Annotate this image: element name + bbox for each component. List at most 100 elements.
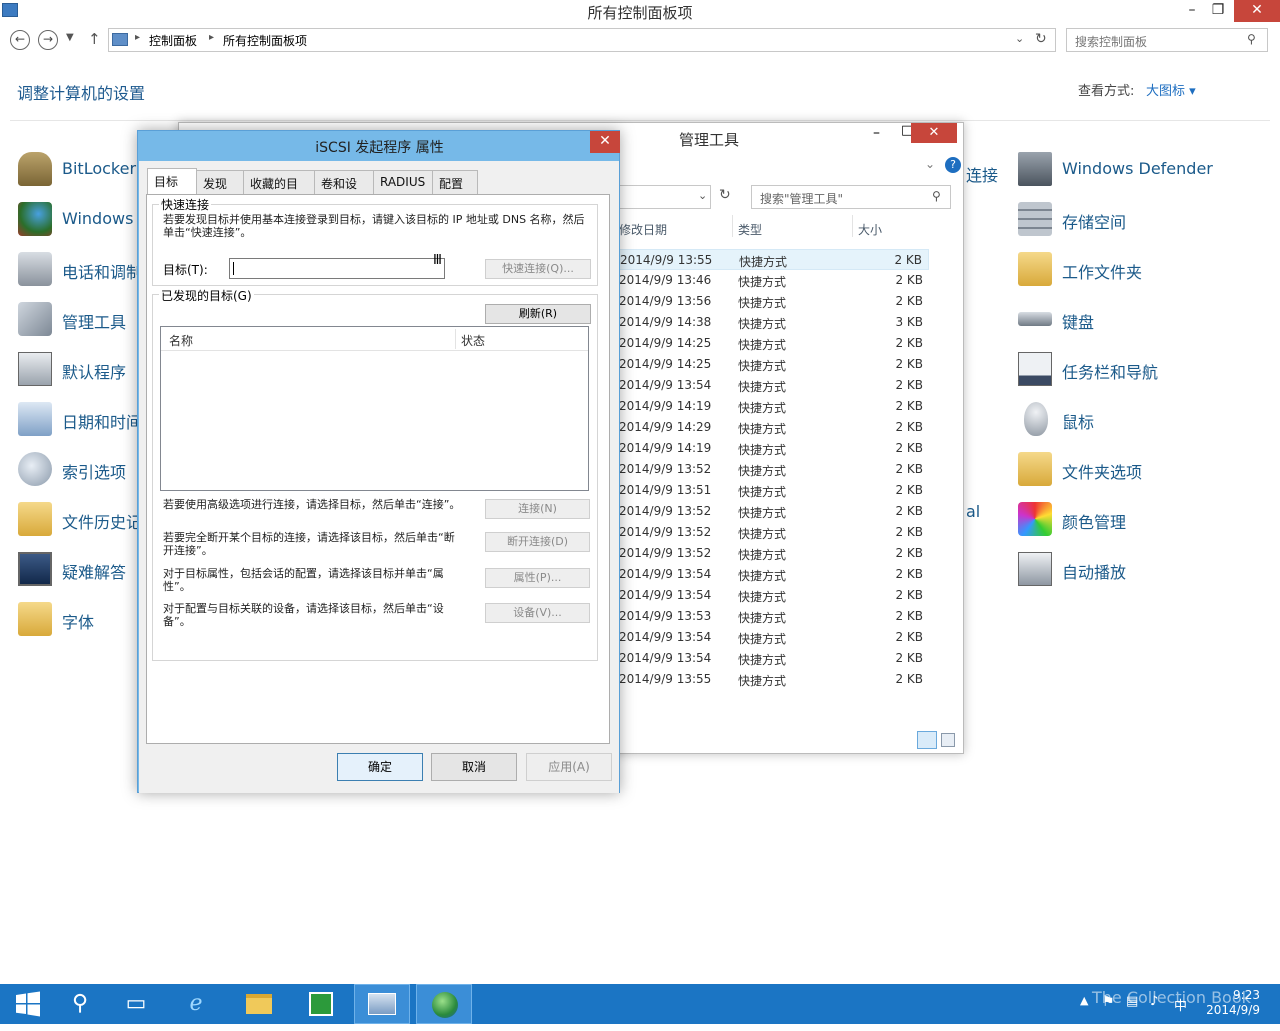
details-view-icon[interactable] xyxy=(917,731,937,749)
large-icons-view-icon[interactable] xyxy=(941,733,955,747)
cp-item-file-history[interactable]: 文件历史记 xyxy=(18,502,148,538)
table-row[interactable]: 2014/9/9 13:54 快捷方式 2 KB xyxy=(619,627,929,648)
table-row[interactable]: 2014/9/9 13:53 快捷方式 2 KB xyxy=(619,606,929,627)
start-button[interactable] xyxy=(0,984,56,1024)
table-row[interactable]: 2014/9/9 14:19 快捷方式 2 KB xyxy=(619,438,929,459)
cp-item-autoplay[interactable]: 自动播放 xyxy=(1018,552,1268,588)
task-view-icon[interactable]: ▭ xyxy=(108,984,164,1024)
tab-configuration[interactable]: 配置 xyxy=(432,170,478,194)
cp-item-indexing[interactable]: 索引选项 xyxy=(18,452,148,488)
cp-item-color-management[interactable]: 颜色管理 xyxy=(1018,502,1268,538)
restore-button[interactable]: ❐ xyxy=(1204,0,1232,22)
forward-arrow-icon[interactable]: → xyxy=(38,30,58,50)
cp-item-troubleshooting[interactable]: 疑难解答 xyxy=(18,552,148,588)
table-row[interactable]: 2014/9/9 13:46 快捷方式 2 KB xyxy=(619,270,929,291)
clock[interactable]: 9:23 2014/9/9 xyxy=(1196,988,1260,1018)
recent-dropdown-icon[interactable]: ▼ xyxy=(66,32,74,43)
tab-radius[interactable]: RADIUS xyxy=(373,170,433,194)
table-row[interactable]: 2014/9/9 13:52 快捷方式 2 KB xyxy=(619,522,929,543)
up-arrow-icon[interactable]: ↑ xyxy=(88,30,101,48)
table-row[interactable]: 2014/9/9 13:54 快捷方式 2 KB xyxy=(619,585,929,606)
table-row[interactable]: 2014/9/9 13:52 快捷方式 2 KB xyxy=(619,501,929,522)
devices-button[interactable]: 设备(V)... xyxy=(485,603,590,623)
store-icon[interactable] xyxy=(292,984,348,1024)
address-box[interactable]: ▸ 控制面板 ▸ 所有控制面板项 ⌄ ↻ xyxy=(108,28,1056,52)
table-row[interactable]: 2014/9/9 13:54 快捷方式 2 KB xyxy=(619,564,929,585)
table-row[interactable]: 2014/9/9 13:51 快捷方式 2 KB xyxy=(619,480,929,501)
search-input[interactable]: 搜索控制面板 ⚲ xyxy=(1066,28,1268,52)
cp-item-fonts[interactable]: 字体 xyxy=(18,602,148,638)
breadcrumb-item[interactable]: 控制面板 xyxy=(149,32,197,49)
minimize-button[interactable]: – xyxy=(873,125,880,141)
table-row[interactable]: 2014/9/9 13:55 快捷方式 2 KB xyxy=(619,249,929,270)
cp-item-date-time[interactable]: 日期和时间 xyxy=(18,402,148,438)
table-row[interactable]: 2014/9/9 13:54 快捷方式 2 KB xyxy=(619,375,929,396)
tab-favorite-targets[interactable]: 收藏的目标 xyxy=(243,170,315,208)
disconnect-button[interactable]: 断开连接(D) xyxy=(485,532,590,552)
cp-item-windows-defender[interactable]: Windows Defender xyxy=(1018,152,1268,188)
address-dropdown-icon[interactable]: ⌄ xyxy=(698,189,707,202)
address-box[interactable]: ⌄ xyxy=(619,185,711,209)
minimize-button[interactable]: – xyxy=(1178,0,1206,22)
cp-item-mouse[interactable]: 鼠标 xyxy=(1018,402,1268,438)
refresh-icon[interactable]: ↻ xyxy=(1035,31,1047,47)
cp-item-bitlocker[interactable]: BitLocker xyxy=(18,152,148,188)
view-by-dropdown[interactable]: 大图标 ▾ xyxy=(1146,80,1196,99)
table-row[interactable]: 2014/9/9 14:29 快捷方式 2 KB xyxy=(619,417,929,438)
cp-item-storage-spaces[interactable]: 存储空间 xyxy=(1018,202,1268,238)
control-panel-taskbar-item[interactable] xyxy=(354,984,410,1024)
table-row[interactable]: 2014/9/9 13:52 快捷方式 2 KB xyxy=(619,459,929,480)
target-input[interactable] xyxy=(229,258,445,279)
cp-item-work-folders[interactable]: 工作文件夹 xyxy=(1018,252,1268,288)
close-button[interactable]: ✕ xyxy=(590,131,620,153)
quick-connect-button[interactable]: 快速连接(Q)... xyxy=(485,259,591,279)
table-row[interactable]: 2014/9/9 13:52 快捷方式 2 KB xyxy=(619,543,929,564)
cp-item-phone-modem[interactable]: 电话和调制 xyxy=(18,252,148,288)
cp-item-keyboard[interactable]: 键盘 xyxy=(1018,302,1268,338)
list-column-name[interactable]: 名称 xyxy=(169,332,193,349)
close-button[interactable]: ✕ xyxy=(1234,0,1280,22)
address-dropdown-icon[interactable]: ⌄ xyxy=(1015,32,1024,45)
table-row[interactable]: 2014/9/9 13:55 快捷方式 2 KB xyxy=(619,669,929,690)
cp-item-default-programs[interactable]: 默认程序 xyxy=(18,352,148,388)
search-taskbar-icon[interactable]: ⚲ xyxy=(52,984,108,1024)
cp-item-admin-tools[interactable]: 管理工具 xyxy=(18,302,148,338)
tab-volumes-devices[interactable]: 卷和设备 xyxy=(314,170,374,208)
targets-list[interactable]: 名称 状态 xyxy=(160,326,589,491)
show-hidden-icons[interactable]: ▲ xyxy=(1080,994,1088,1007)
connect-button[interactable]: 连接(N) xyxy=(485,499,590,519)
ok-button[interactable]: 确定 xyxy=(337,753,423,781)
table-row[interactable]: 2014/9/9 14:38 快捷方式 3 KB xyxy=(619,312,929,333)
close-button[interactable]: ✕ xyxy=(911,123,957,143)
cp-item-label: 管理工具 xyxy=(62,313,127,332)
table-row[interactable]: 2014/9/9 13:56 快捷方式 2 KB xyxy=(619,291,929,312)
column-header-type[interactable]: 类型 xyxy=(738,221,762,238)
tab-discovery[interactable]: 发现 xyxy=(196,170,244,194)
help-icon[interactable]: ? xyxy=(945,157,961,173)
apply-button[interactable]: 应用(A) xyxy=(526,753,612,781)
tab-targets[interactable]: 目标 xyxy=(147,168,197,195)
list-header xyxy=(161,327,588,351)
table-row[interactable]: 2014/9/9 14:19 快捷方式 2 KB xyxy=(619,396,929,417)
table-row[interactable]: 2014/9/9 14:25 快捷方式 2 KB xyxy=(619,333,929,354)
refresh-icon[interactable]: ↻ xyxy=(719,187,731,203)
back-arrow-icon[interactable]: ← xyxy=(10,30,30,50)
properties-button[interactable]: 属性(P)... xyxy=(485,568,590,588)
cp-item-folder-options[interactable]: 文件夹选项 xyxy=(1018,452,1268,488)
refresh-button[interactable]: 刷新(R) xyxy=(485,304,591,324)
internet-explorer-icon[interactable]: e xyxy=(168,984,224,1024)
cp-item-taskbar-navigation[interactable]: 任务栏和导航 xyxy=(1018,352,1268,388)
iscsi-taskbar-item[interactable] xyxy=(416,984,472,1024)
column-header-size[interactable]: 大小 xyxy=(858,221,882,238)
table-row[interactable]: 2014/9/9 14:25 快捷方式 2 KB xyxy=(619,354,929,375)
ribbon-expand-icon[interactable]: ⌄ xyxy=(925,157,935,171)
table-row[interactable]: 2014/9/9 13:54 快捷方式 2 KB xyxy=(619,648,929,669)
column-header-date[interactable]: 修改日期 xyxy=(619,221,667,238)
breadcrumb-item[interactable]: 所有控制面板项 xyxy=(223,32,307,49)
cp-item-windows-firewall[interactable]: Windows xyxy=(18,202,148,238)
file-explorer-icon[interactable] xyxy=(230,984,286,1024)
search-input[interactable]: 搜索"管理工具" ⚲ xyxy=(751,185,951,209)
cancel-button[interactable]: 取消 xyxy=(431,753,517,781)
color-management-icon xyxy=(1018,502,1052,536)
list-column-status[interactable]: 状态 xyxy=(461,332,485,349)
